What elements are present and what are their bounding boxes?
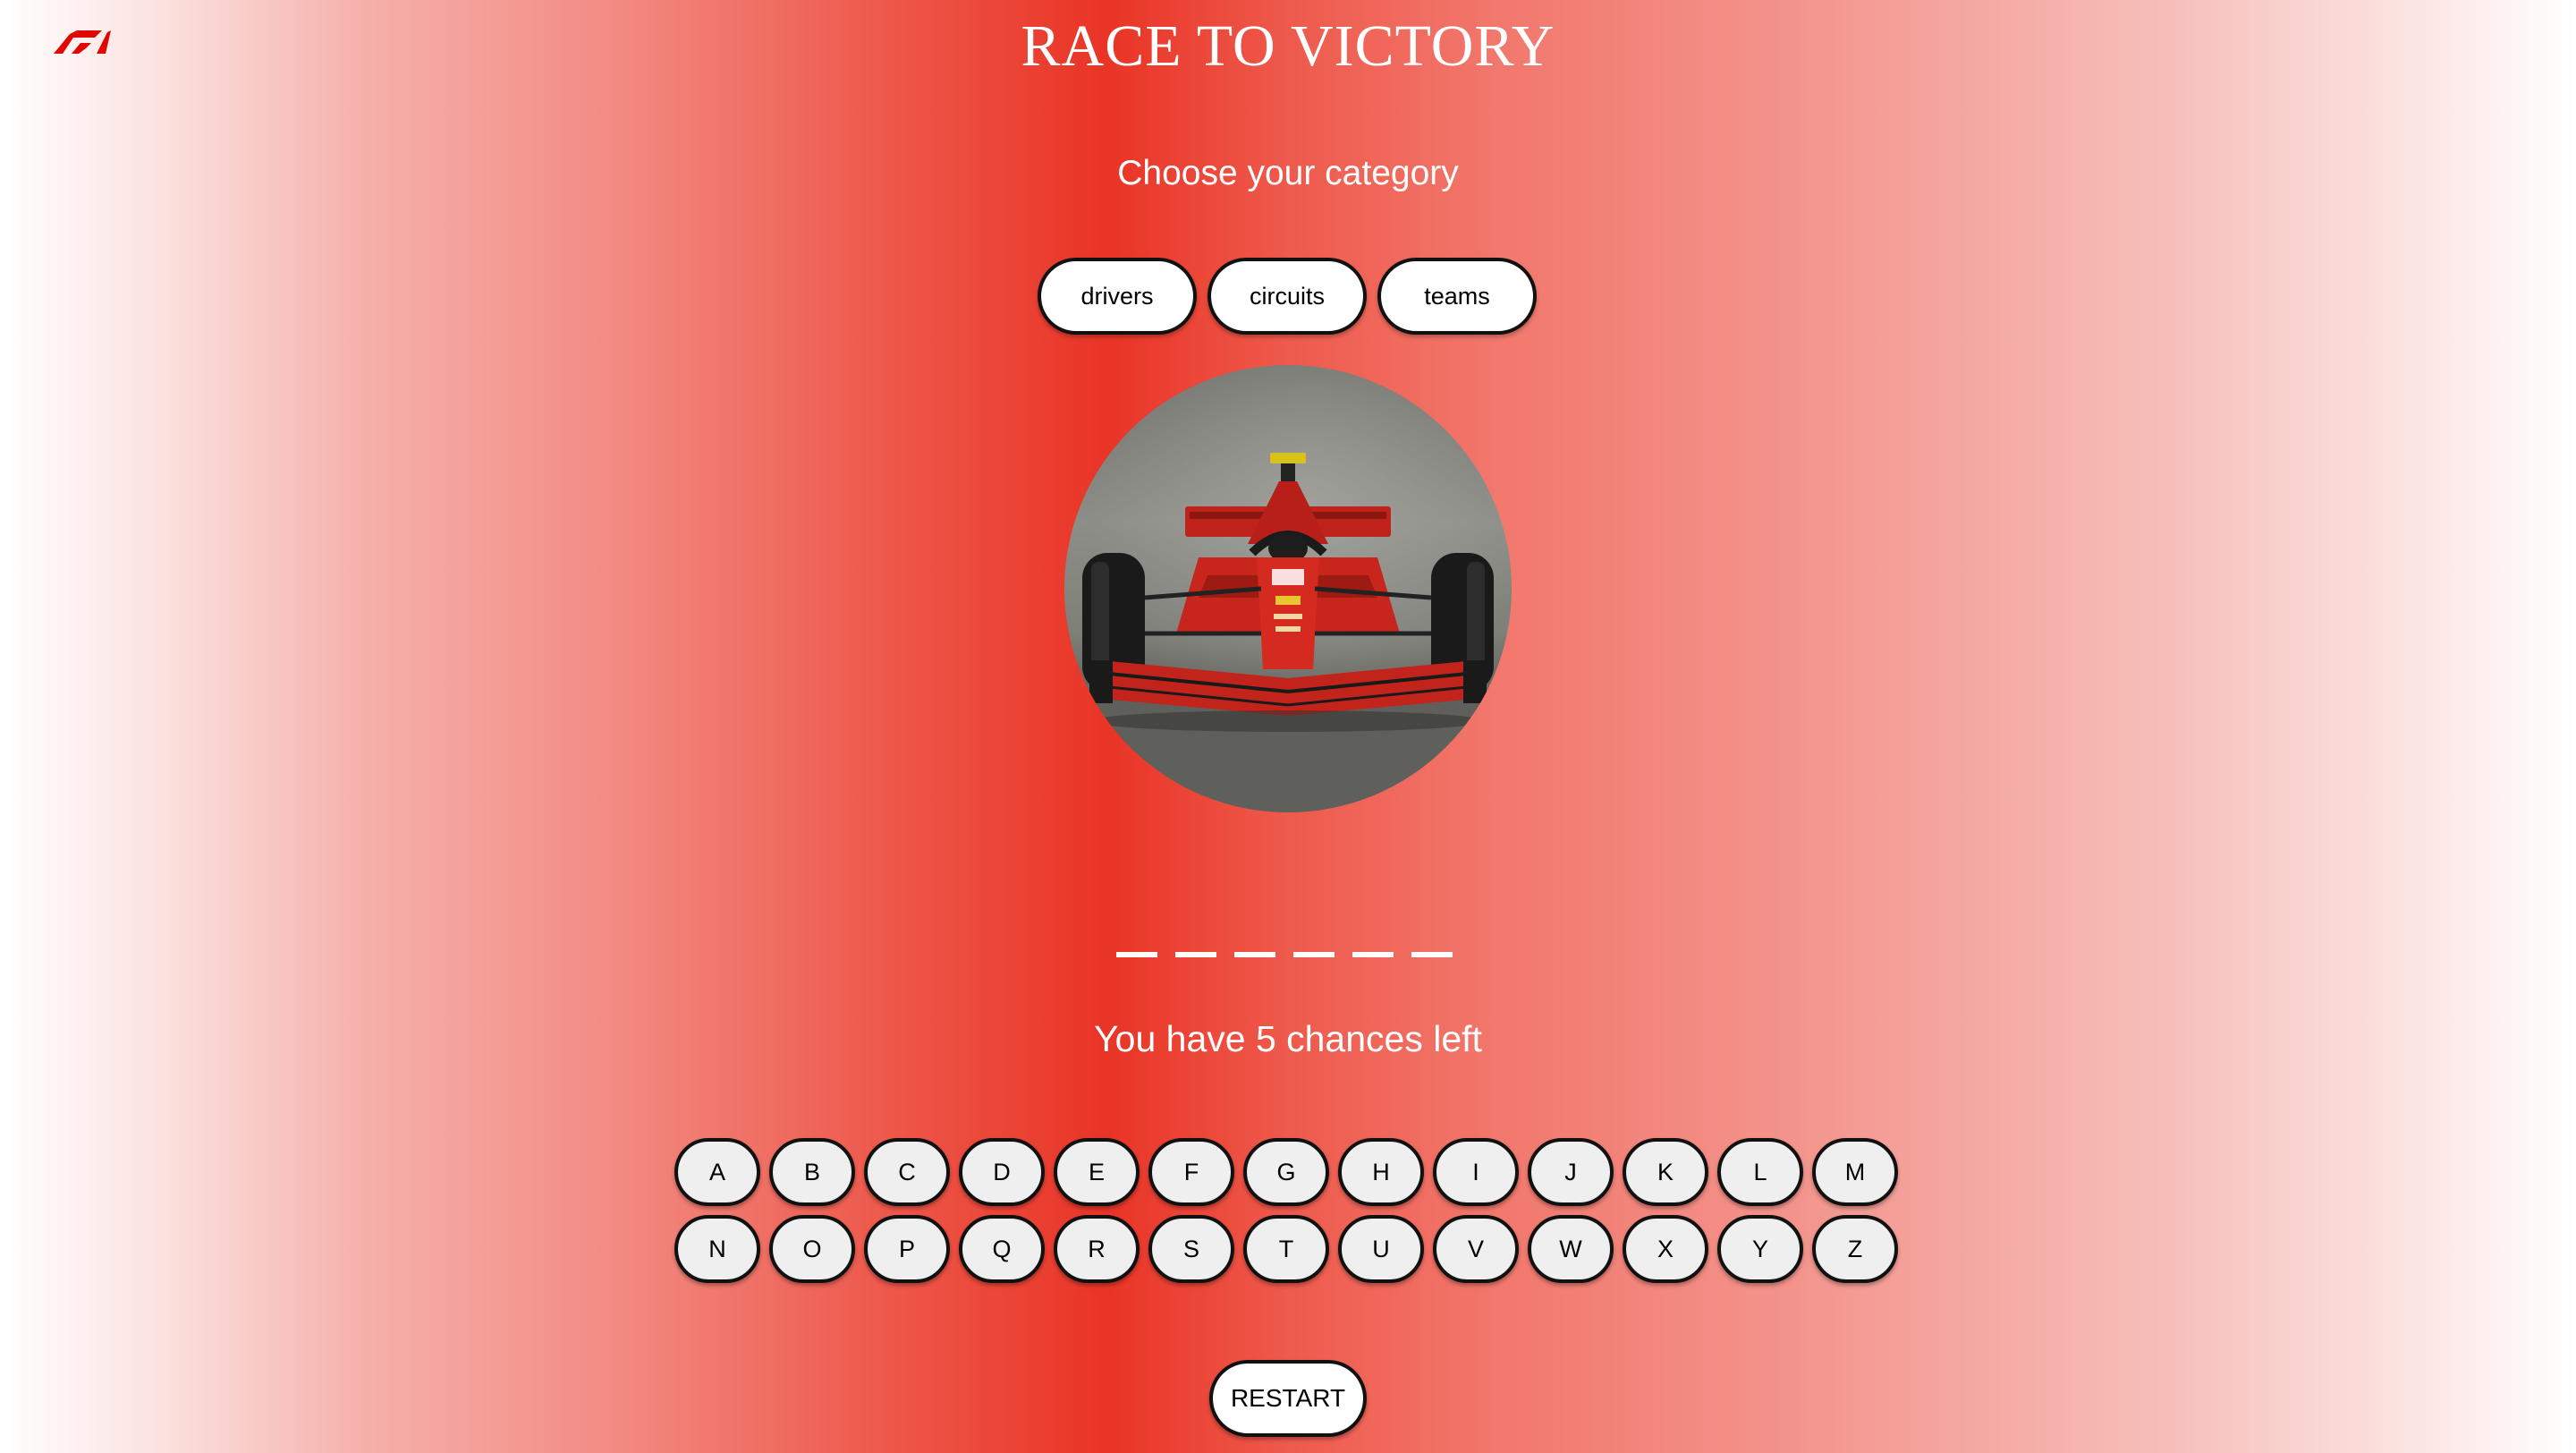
key-b[interactable]: B — [769, 1138, 855, 1206]
key-u[interactable]: U — [1338, 1215, 1424, 1283]
key-h[interactable]: H — [1338, 1138, 1424, 1206]
red-formula-one-car-image — [1064, 365, 1512, 812]
key-k[interactable]: K — [1623, 1138, 1708, 1206]
key-j[interactable]: J — [1528, 1138, 1614, 1206]
letter-slot — [1234, 952, 1275, 957]
key-m[interactable]: M — [1812, 1138, 1898, 1206]
chances-remaining: You have 5 chances left — [1094, 1018, 1482, 1059]
key-v[interactable]: V — [1433, 1215, 1519, 1283]
key-q[interactable]: Q — [959, 1215, 1045, 1283]
key-l[interactable]: L — [1717, 1138, 1803, 1206]
category-drivers-button[interactable]: drivers — [1038, 258, 1197, 335]
key-s[interactable]: S — [1148, 1215, 1234, 1283]
letter-slot — [1175, 952, 1216, 957]
category-teams-button[interactable]: teams — [1377, 258, 1537, 335]
letter-keyboard: A B C D E F G H I J K L M N O P Q R S T … — [674, 1138, 1902, 1283]
restart-button[interactable]: RESTART — [1209, 1360, 1367, 1437]
key-p[interactable]: P — [864, 1215, 950, 1283]
key-y[interactable]: Y — [1717, 1215, 1803, 1283]
key-i[interactable]: I — [1433, 1138, 1519, 1206]
letter-slot — [1352, 952, 1394, 957]
key-c[interactable]: C — [864, 1138, 950, 1206]
key-n[interactable]: N — [674, 1215, 760, 1283]
key-g[interactable]: G — [1243, 1138, 1329, 1206]
category-buttons: drivers circuits teams — [1038, 258, 1537, 335]
page-title: RACE TO VICTORY — [1021, 13, 1555, 79]
letter-slot — [1293, 952, 1335, 957]
key-e[interactable]: E — [1054, 1138, 1140, 1206]
letter-slot — [1411, 952, 1453, 957]
category-prompt: Choose your category — [1117, 154, 1459, 192]
category-circuits-button[interactable]: circuits — [1208, 258, 1367, 335]
key-w[interactable]: W — [1528, 1215, 1614, 1283]
key-r[interactable]: R — [1054, 1215, 1140, 1283]
key-x[interactable]: X — [1623, 1215, 1708, 1283]
key-a[interactable]: A — [674, 1138, 760, 1206]
hidden-word — [1116, 952, 1453, 957]
key-t[interactable]: T — [1243, 1215, 1329, 1283]
key-f[interactable]: F — [1148, 1138, 1234, 1206]
key-z[interactable]: Z — [1812, 1215, 1898, 1283]
key-o[interactable]: O — [769, 1215, 855, 1283]
key-d[interactable]: D — [959, 1138, 1045, 1206]
letter-slot — [1116, 952, 1157, 957]
